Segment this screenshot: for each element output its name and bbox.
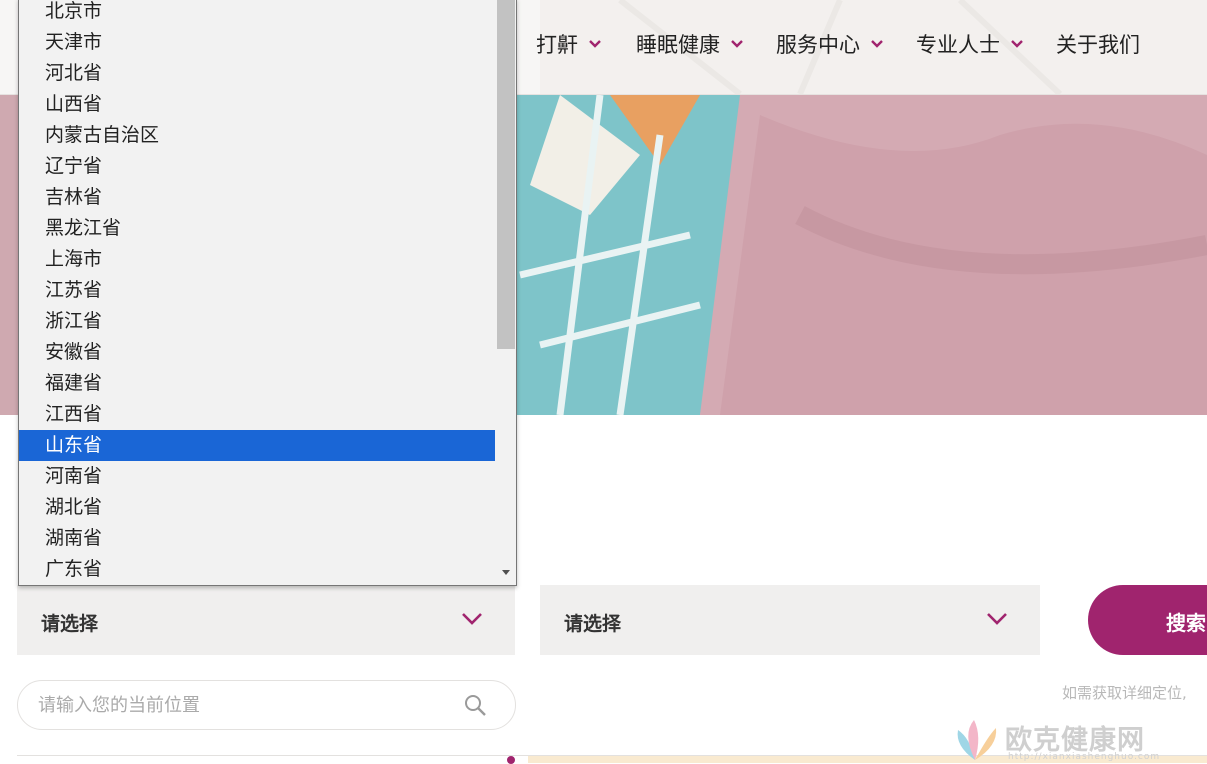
scroll-down-arrow-icon[interactable] bbox=[500, 567, 512, 577]
chevron-down-icon bbox=[1011, 40, 1023, 48]
watermark-url: http://xianxiashenghuo.com bbox=[1008, 752, 1161, 762]
watermark-logo-icon bbox=[957, 720, 997, 760]
nav-item-professionals[interactable]: 专业人士 bbox=[916, 29, 1024, 59]
nav-item-label: 专业人士 bbox=[916, 33, 1000, 57]
dropdown-option[interactable]: 辽宁省 bbox=[19, 151, 495, 182]
dropdown-option[interactable]: 内蒙古自治区 bbox=[19, 120, 495, 151]
main-nav: 打鼾 睡眠健康 服务中心 专业人士 关于我们 bbox=[536, 29, 1172, 59]
chevron-down-icon bbox=[589, 40, 601, 48]
nav-item-label: 关于我们 bbox=[1056, 33, 1140, 57]
watermark: 欧克健康网 http://xianxiashenghuo.com bbox=[950, 716, 1170, 763]
dropdown-option[interactable]: 广东省 bbox=[19, 554, 495, 585]
dropdown-option[interactable]: 湖南省 bbox=[19, 523, 495, 554]
dropdown-option[interactable]: 浙江省 bbox=[19, 306, 495, 337]
dropdown-option[interactable]: 河北省 bbox=[19, 58, 495, 89]
nav-item-label: 服务中心 bbox=[776, 33, 860, 57]
search-icon[interactable] bbox=[463, 693, 487, 717]
search-button[interactable]: 搜索 bbox=[1088, 585, 1207, 655]
dropdown-option[interactable]: 福建省 bbox=[19, 368, 495, 399]
dropdown-option[interactable]: 江西省 bbox=[19, 399, 495, 430]
chevron-down-icon bbox=[731, 40, 743, 48]
dropdown-option[interactable]: 安徽省 bbox=[19, 337, 495, 368]
dropdown-option[interactable]: 黑龙江省 bbox=[19, 213, 495, 244]
location-hint: 如需获取详细定位, bbox=[1062, 684, 1187, 702]
dropdown-option[interactable]: 湖北省 bbox=[19, 492, 495, 523]
chevron-down-icon bbox=[462, 613, 482, 625]
province-select-value: 请选择 bbox=[41, 613, 99, 635]
province-dropdown-list[interactable]: 北京市 天津市 河北省 山西省 内蒙古自治区 辽宁省 吉林省 黑龙江省 上海市 江苏省 浙江省 安徽省… bbox=[18, 0, 517, 586]
chevron-down-icon bbox=[871, 40, 883, 48]
dropdown-option[interactable]: 山东省 bbox=[19, 430, 495, 461]
city-select-value: 请选择 bbox=[564, 613, 622, 635]
scrollbar-thumb[interactable] bbox=[497, 0, 515, 349]
chevron-down-icon bbox=[987, 613, 1007, 625]
nav-item-snoring[interactable]: 打鼾 bbox=[536, 29, 602, 59]
dropdown-option[interactable]: 北京市 bbox=[19, 0, 495, 27]
dropdown-option[interactable]: 吉林省 bbox=[19, 182, 495, 213]
location-search-box bbox=[17, 680, 516, 730]
nav-item-service-center[interactable]: 服务中心 bbox=[776, 29, 884, 59]
location-input[interactable] bbox=[36, 691, 460, 719]
dropdown-option[interactable]: 江苏省 bbox=[19, 275, 495, 306]
dropdown-option[interactable]: 山西省 bbox=[19, 89, 495, 120]
search-button-label: 搜索 bbox=[1166, 611, 1206, 635]
nav-item-about-us[interactable]: 关于我们 bbox=[1056, 29, 1140, 59]
dropdown-option[interactable]: 河南省 bbox=[19, 461, 495, 492]
nav-item-sleep-health[interactable]: 睡眠健康 bbox=[636, 29, 744, 59]
city-select[interactable]: 请选择 bbox=[540, 585, 1040, 655]
dropdown-option[interactable]: 天津市 bbox=[19, 27, 495, 58]
nav-item-label: 睡眠健康 bbox=[636, 33, 720, 57]
dropdown-option[interactable]: 上海市 bbox=[19, 244, 495, 275]
province-select[interactable]: 请选择 bbox=[17, 585, 515, 655]
nav-item-label: 打鼾 bbox=[536, 33, 578, 57]
